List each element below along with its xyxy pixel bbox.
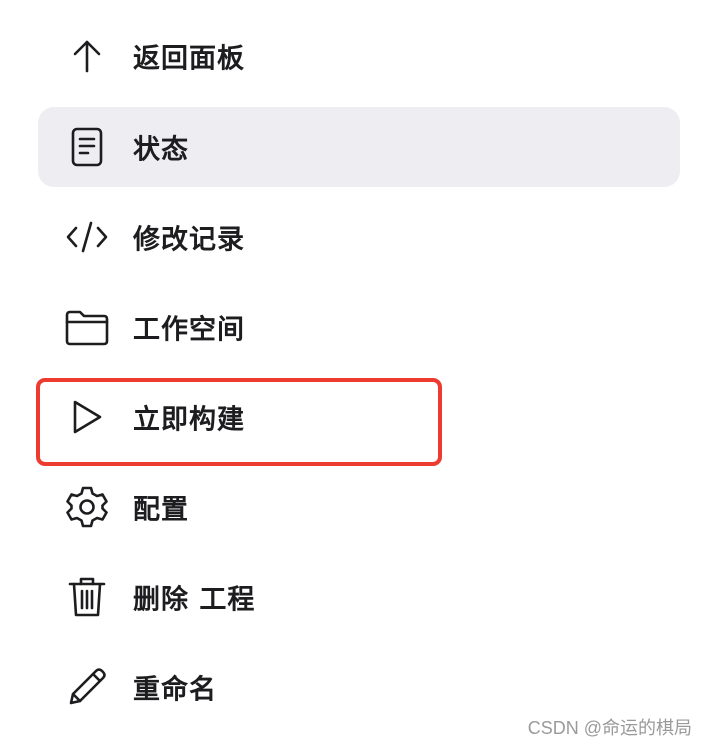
menu-item-label: 工作空间 [133,314,245,346]
gear-icon [65,485,109,529]
menu-item-label: 返回面板 [133,43,245,75]
watermark: CSDN @命运的棋局 [527,718,692,738]
document-icon [65,125,109,169]
arrow-up-icon [65,34,109,78]
pencil-icon [65,665,109,709]
menu-item-delete-project[interactable]: 删除 工程 [38,557,680,637]
menu-item-label: 状态 [133,134,189,166]
menu-item-workspace[interactable]: 工作空间 [38,287,680,367]
menu-item-configure[interactable]: 配置 [38,467,680,547]
sidebar-menu: 返回面板 状态 修改记录 工作空间 立即构建 配置 删除 工程 重命名 [0,0,706,748]
play-icon [65,395,109,439]
menu-item-label: 立即构建 [133,404,245,436]
menu-item-label: 重命名 [133,674,217,706]
menu-item-label: 配置 [133,494,189,526]
code-icon [65,215,109,259]
menu-item-label: 修改记录 [133,224,245,256]
menu-item-change-history[interactable]: 修改记录 [38,197,680,277]
menu-item-status[interactable]: 状态 [38,107,680,187]
trash-icon [65,575,109,619]
menu-item-build-now[interactable]: 立即构建 [38,377,680,457]
menu-item-label: 删除 工程 [133,584,256,616]
menu-item-back-to-dashboard[interactable]: 返回面板 [38,16,680,96]
folder-icon [65,305,109,349]
